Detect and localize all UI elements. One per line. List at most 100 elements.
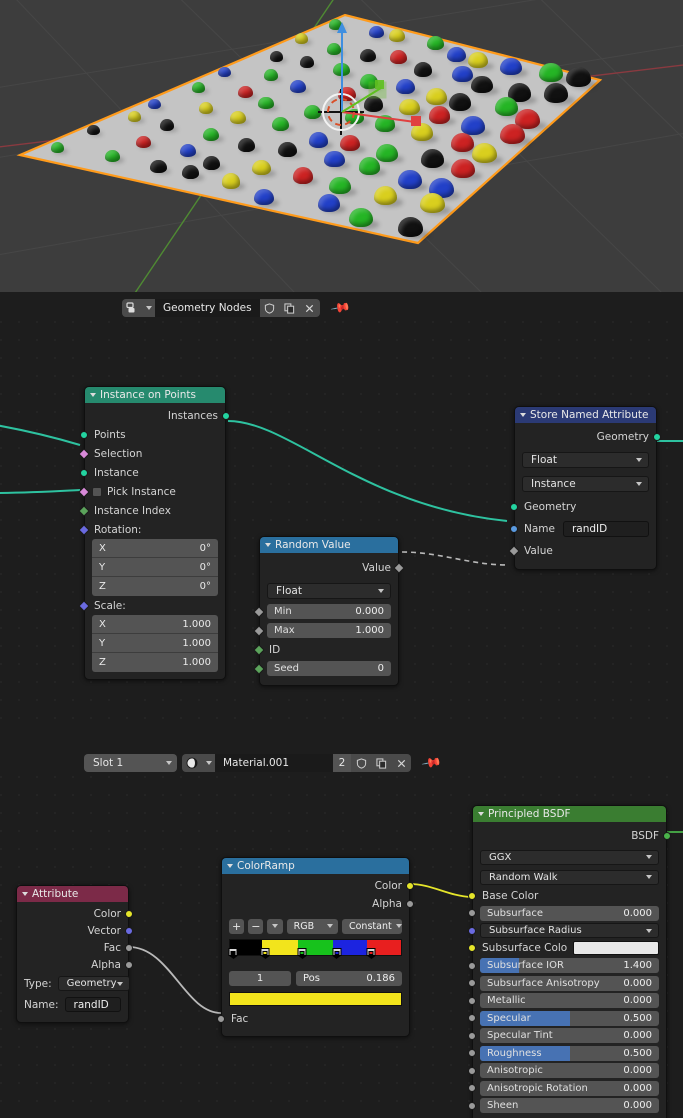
material-slot-selector[interactable]: Slot 1 — [84, 754, 177, 772]
socket-metallic[interactable] — [468, 996, 476, 1005]
bsdf-value-field[interactable]: Specular Tint 0.000 — [480, 1028, 659, 1044]
bsdf-value-field[interactable]: Anisotropic 0.000 — [480, 1063, 659, 1079]
socket-value-in[interactable] — [508, 545, 520, 557]
scale-y-field[interactable]: Y 1.000 — [92, 634, 218, 653]
fake-user-icon[interactable] — [351, 754, 371, 772]
socket-alpha-out[interactable] — [406, 900, 414, 908]
socket-fac-out[interactable] — [125, 943, 133, 952]
input-instance-index[interactable]: Instance Index — [78, 501, 225, 520]
socket-subsurface-ior[interactable] — [468, 961, 476, 970]
attribute-name-row[interactable]: Name: randID — [17, 994, 128, 1015]
attribute-name-input[interactable]: randID — [562, 521, 649, 537]
input-pick-instance[interactable]: Pick Instance — [78, 482, 225, 501]
node-attribute[interactable]: Attribute Color Vector Fac Alpha Type: G… — [16, 885, 133, 1023]
pick-instance-checkbox[interactable] — [92, 486, 102, 497]
bsdf-value-field[interactable]: Sheen 0.000 — [480, 1098, 659, 1114]
socket-anisotropic[interactable] — [468, 1066, 476, 1075]
collapse-icon[interactable] — [227, 864, 233, 868]
output-instances[interactable]: Instances — [85, 406, 230, 425]
node-tree-name[interactable]: Geometry Nodes — [155, 299, 260, 317]
bsdf-row[interactable]: Base Color — [468, 887, 666, 905]
colorramp-stop-handles[interactable] — [228, 948, 402, 965]
bsdf-row[interactable]: Roughness 0.500 — [468, 1045, 666, 1063]
bsdf-row[interactable]: Specular Tint 0.000 — [468, 1027, 666, 1045]
bsdf-row[interactable]: Sheen 0.000 — [468, 1097, 666, 1115]
socket-base-color[interactable] — [468, 891, 476, 900]
stop-pos-field[interactable]: Pos 0.186 — [296, 971, 402, 986]
subsurface-color-swatch[interactable] — [573, 941, 659, 956]
3d-viewport[interactable] — [0, 0, 683, 292]
socket-points-in[interactable] — [80, 430, 88, 439]
bsdf-row[interactable]: Metallic 0.000 — [468, 992, 666, 1010]
data-type-select[interactable]: Float — [267, 583, 391, 599]
collapse-icon[interactable] — [90, 393, 96, 397]
node-header[interactable]: ColorRamp — [222, 858, 409, 874]
input-id[interactable]: ID — [253, 640, 398, 659]
bsdf-value-field[interactable]: Specular 0.500 — [480, 1010, 659, 1026]
color-mode-select[interactable]: RGB — [286, 918, 338, 934]
unlink-icon[interactable] — [299, 299, 320, 317]
data-type-dropdown[interactable]: Float — [515, 448, 656, 472]
input-fac[interactable]: Fac — [217, 1009, 409, 1029]
bsdf-row[interactable]: Anisotropic 0.000 — [468, 1062, 666, 1080]
socket-sheen[interactable] — [468, 1101, 476, 1110]
colorramp-stop-controls[interactable]: 1 Pos 0.186 — [222, 971, 409, 986]
output-vector[interactable]: Vector — [17, 922, 133, 939]
rotation-z-field[interactable]: Z 0° — [92, 577, 218, 596]
output-color[interactable]: Color — [17, 905, 133, 922]
socket-instances-out[interactable] — [222, 411, 230, 420]
socket-specular[interactable] — [468, 1014, 476, 1023]
bsdf-row[interactable]: Anisotropic Rotation 0.000 — [468, 1080, 666, 1098]
socket-min-in[interactable] — [253, 605, 265, 618]
rotation-x-field[interactable]: X 0° — [92, 539, 218, 558]
data-type-dropdown[interactable]: Float — [260, 580, 398, 602]
domain-select[interactable]: Instance — [522, 476, 649, 492]
min-field[interactable]: Min 0.000 — [267, 604, 391, 619]
input-geometry[interactable]: Geometry — [510, 496, 656, 518]
colorramp-menu-button[interactable] — [267, 918, 283, 934]
socket-scale-in[interactable] — [78, 599, 90, 612]
socket-alpha-out[interactable] — [125, 960, 133, 969]
socket-value-out[interactable] — [393, 562, 405, 574]
node-header[interactable]: Random Value — [260, 537, 398, 553]
attribute-type-row[interactable]: Type: Geometry — [17, 973, 130, 994]
socket-bsdf-out[interactable] — [663, 832, 671, 840]
bsdf-row[interactable]: Subsurface Colo — [468, 940, 666, 958]
bsdf-value-field[interactable]: Subsurface Anisotropy 0.000 — [480, 975, 659, 991]
new-copy-icon[interactable] — [279, 299, 300, 317]
node-header[interactable]: Instance on Points — [85, 387, 225, 403]
chevron-down-icon[interactable] — [142, 299, 155, 317]
output-alpha[interactable]: Alpha — [17, 956, 133, 973]
instanced-plane-object[interactable] — [0, 0, 683, 292]
socket-instance-index-in[interactable] — [78, 504, 90, 517]
socket-selection-in[interactable] — [78, 447, 90, 460]
add-stop-button[interactable]: + — [229, 918, 245, 934]
input-max[interactable]: Max 1.000 — [253, 621, 398, 640]
input-selection[interactable]: Selection — [78, 444, 225, 463]
subsurface-method-dropdown[interactable]: Random Walk — [473, 867, 666, 887]
socket-pick-instance-in[interactable] — [78, 485, 90, 498]
stop-index-field[interactable]: 1 — [229, 971, 291, 986]
socket-name-in[interactable] — [510, 525, 518, 533]
socket-specular-tint[interactable] — [468, 1031, 476, 1040]
material-selector[interactable]: Material.001 2 — [182, 754, 411, 772]
bsdf-value-field[interactable]: Metallic 0.000 — [480, 993, 659, 1009]
output-color[interactable]: Color — [222, 877, 414, 895]
material-name-input[interactable]: Material.001 — [215, 754, 333, 772]
socket-vector-out[interactable] — [125, 926, 133, 935]
input-seed[interactable]: Seed 0 — [253, 659, 398, 678]
output-alpha[interactable]: Alpha — [222, 895, 414, 913]
remove-stop-button[interactable]: − — [248, 918, 264, 934]
geometry-nodes-icon[interactable] — [122, 299, 142, 317]
geometry-node-tree-selector[interactable]: Geometry Nodes — [122, 299, 320, 317]
new-copy-icon[interactable] — [371, 754, 391, 772]
max-field[interactable]: Max 1.000 — [267, 623, 391, 638]
bsdf-row[interactable]: Subsurface Anisotropy 0.000 — [468, 975, 666, 993]
input-name[interactable]: Name randID — [510, 518, 656, 540]
collapse-icon[interactable] — [265, 543, 271, 547]
socket-anisotropic-rotation[interactable] — [468, 1084, 476, 1093]
colorramp-stop-handle[interactable] — [332, 948, 342, 959]
bsdf-row[interactable]: Subsurface IOR 1.400 — [468, 957, 666, 975]
socket-max-in[interactable] — [253, 624, 265, 637]
distribution-dropdown[interactable]: GGX — [473, 847, 666, 867]
